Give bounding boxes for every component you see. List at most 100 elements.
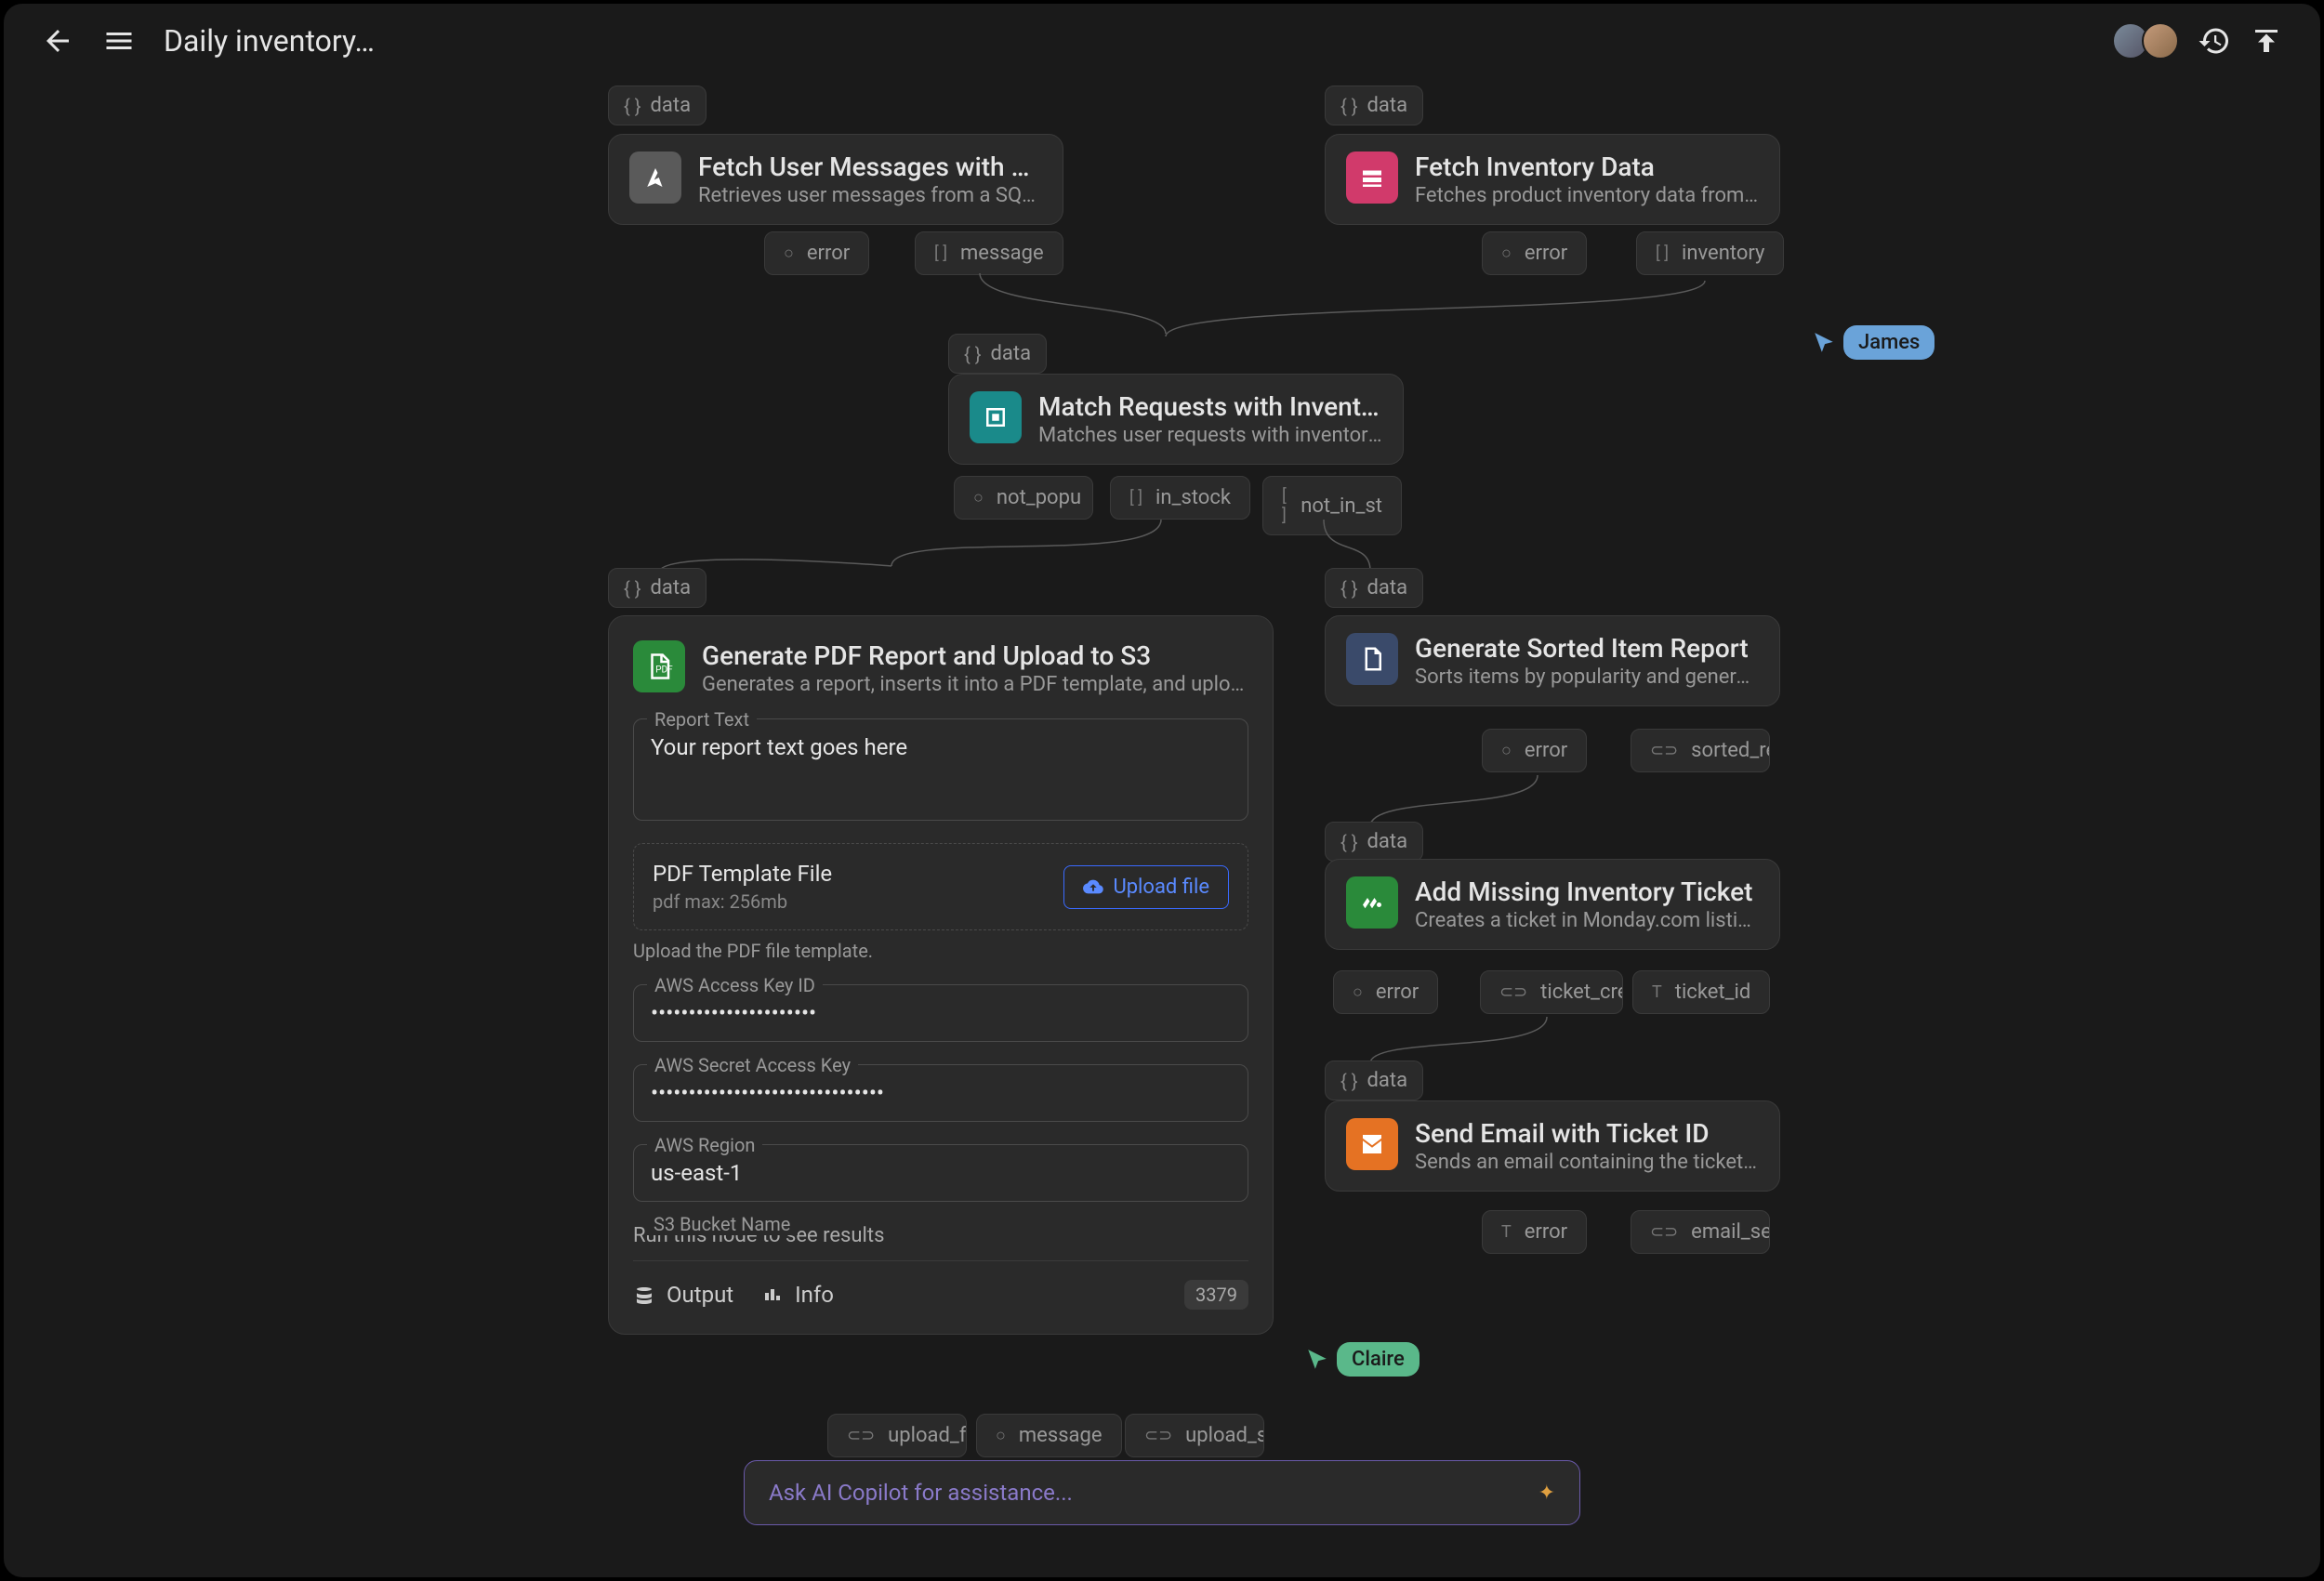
firebase-icon bbox=[629, 152, 681, 204]
output-port-error[interactable]: ○error bbox=[1333, 970, 1438, 1014]
pill-icon: ⊂⊃ bbox=[1499, 982, 1527, 1002]
node-send-email[interactable]: Send Email with Ticket ID Sends an email… bbox=[1325, 1100, 1780, 1192]
info-tab[interactable]: Info bbox=[761, 1282, 834, 1308]
node-subtitle: Fetches product inventory data from… bbox=[1415, 184, 1759, 207]
port-label: data bbox=[651, 94, 692, 117]
aws-access-key-field[interactable]: AWS Access Key ID •••••••••••••••••••••• bbox=[633, 984, 1248, 1042]
node-match-requests[interactable]: Match Requests with Inventory Matches us… bbox=[948, 374, 1404, 465]
match-icon bbox=[970, 391, 1022, 443]
output-port-not-popular[interactable]: ○not_popu bbox=[954, 476, 1093, 520]
collaborator-avatars[interactable] bbox=[2112, 22, 2179, 59]
field-label: AWS Secret Access Key bbox=[647, 1054, 858, 1076]
aws-secret-key-field[interactable]: AWS Secret Access Key ••••••••••••••••••… bbox=[633, 1064, 1248, 1122]
pill-icon: ⊂⊃ bbox=[1650, 741, 1678, 760]
brackets-icon: [ ] bbox=[1282, 486, 1287, 525]
upload-subtitle: pdf max: 256mb bbox=[653, 890, 832, 913]
report-text-input[interactable]: Your report text goes here bbox=[651, 734, 1231, 760]
avatar[interactable] bbox=[2142, 22, 2179, 59]
collaborator-cursor-claire: Claire bbox=[1305, 1342, 1419, 1377]
upload-help-text: Upload the PDF file template. bbox=[633, 940, 1248, 962]
port-label: data bbox=[651, 576, 692, 599]
output-port-error[interactable]: Terror bbox=[1482, 1210, 1587, 1254]
output-port-error[interactable]: ○error bbox=[764, 231, 869, 275]
upload-file-button[interactable]: Upload file bbox=[1063, 865, 1229, 909]
aws-access-key-input[interactable]: •••••••••••••••••••••• bbox=[651, 1000, 1231, 1026]
aws-region-field[interactable]: AWS Region us-east-1 bbox=[633, 1144, 1248, 1202]
sparkle-icon: ✦ bbox=[1538, 1482, 1555, 1505]
input-port-data[interactable]: { } data bbox=[948, 334, 1047, 374]
output-port-email-sent[interactable]: ⊂⊃email_se bbox=[1631, 1210, 1770, 1254]
node-title: Generate PDF Report and Upload to S3 bbox=[702, 640, 1248, 671]
field-label: S3 Bucket Name bbox=[646, 1213, 798, 1235]
collaborator-cursor-james: James bbox=[1812, 325, 1934, 360]
pill-icon: ⊂⊃ bbox=[1144, 1426, 1172, 1445]
output-port-error[interactable]: ○error bbox=[1482, 729, 1587, 772]
history-button[interactable] bbox=[2198, 24, 2231, 58]
token-count: 3379 bbox=[1184, 1280, 1248, 1310]
circle-icon: ○ bbox=[1501, 244, 1512, 263]
braces-icon: { } bbox=[624, 95, 641, 117]
node-generate-sorted-report[interactable]: Generate Sorted Item Report Sorts items … bbox=[1325, 615, 1780, 706]
circle-icon: ○ bbox=[1353, 982, 1363, 1002]
back-button[interactable] bbox=[41, 24, 74, 58]
node-subtitle: Generates a report, inserts it into a PD… bbox=[702, 673, 1248, 696]
monday-icon bbox=[1346, 876, 1398, 929]
output-port-inventory[interactable]: [ ]inventory bbox=[1636, 231, 1784, 275]
output-port-ticket-id[interactable]: Tticket_id bbox=[1632, 970, 1770, 1014]
aws-secret-key-input[interactable]: ••••••••••••••••••••••••••••••• bbox=[651, 1080, 1231, 1106]
brackets-icon: [ ] bbox=[1656, 244, 1669, 263]
output-port-in-stock[interactable]: [ ]in_stock bbox=[1110, 476, 1250, 520]
input-port-data[interactable]: { } data bbox=[1325, 568, 1423, 608]
circle-icon: ○ bbox=[996, 1426, 1006, 1445]
node-subtitle: Matches user requests with inventory a… bbox=[1038, 424, 1382, 447]
upload-button[interactable] bbox=[2250, 24, 2283, 58]
output-port-not-in-stock[interactable]: [ ]not_in_st bbox=[1262, 476, 1402, 535]
output-port-upload-success[interactable]: ⊂⊃upload_s bbox=[1125, 1414, 1264, 1457]
output-port-message[interactable]: ○message bbox=[976, 1414, 1122, 1457]
output-tab[interactable]: Output bbox=[633, 1282, 733, 1308]
input-port-data[interactable]: { } data bbox=[1325, 86, 1423, 125]
input-port-data[interactable]: { } data bbox=[1325, 822, 1423, 862]
node-title: Fetch Inventory Data bbox=[1415, 152, 1759, 182]
port-label: data bbox=[991, 342, 1032, 365]
database-icon bbox=[1346, 152, 1398, 204]
field-label: Report Text bbox=[647, 708, 757, 731]
report-text-field[interactable]: Report Text Your report text goes here bbox=[633, 718, 1248, 821]
braces-icon: { } bbox=[1340, 95, 1358, 117]
braces-icon: { } bbox=[1340, 577, 1358, 599]
node-title: Match Requests with Inventory bbox=[1038, 391, 1382, 422]
input-port-data[interactable]: { } data bbox=[1325, 1061, 1423, 1100]
mail-icon bbox=[1346, 1118, 1398, 1170]
output-port-sorted-report[interactable]: ⊂⊃sorted_re bbox=[1631, 729, 1770, 772]
output-port-error[interactable]: ○error bbox=[1482, 231, 1587, 275]
output-port-upload-failed[interactable]: ⊂⊃upload_fa bbox=[827, 1414, 967, 1457]
circle-icon: ○ bbox=[1501, 741, 1512, 760]
circle-icon: ○ bbox=[784, 244, 794, 263]
node-subtitle: Sends an email containing the ticket ID. bbox=[1415, 1151, 1759, 1174]
aws-region-input[interactable]: us-east-1 bbox=[651, 1160, 1231, 1186]
node-fetch-inventory[interactable]: Fetch Inventory Data Fetches product inv… bbox=[1325, 134, 1780, 225]
port-label: data bbox=[1367, 830, 1408, 853]
pill-icon: ⊂⊃ bbox=[847, 1426, 875, 1445]
port-label: data bbox=[1367, 576, 1408, 599]
field-label: AWS Access Key ID bbox=[647, 974, 823, 996]
ai-copilot-input[interactable]: Ask AI Copilot for assistance... ✦ bbox=[744, 1460, 1580, 1525]
braces-icon: { } bbox=[624, 577, 641, 599]
node-subtitle: Creates a ticket in Monday.com listing… bbox=[1415, 909, 1759, 932]
output-port-message[interactable]: [ ]message bbox=[915, 231, 1063, 275]
node-title: Fetch User Messages with Cre bbox=[698, 152, 1042, 182]
output-port-ticket-created[interactable]: ⊂⊃ticket_cre bbox=[1480, 970, 1623, 1014]
node-fetch-user-messages[interactable]: Fetch User Messages with Cre Retrieves u… bbox=[608, 134, 1063, 225]
braces-icon: { } bbox=[1340, 1070, 1358, 1092]
input-port-data[interactable]: { } data bbox=[608, 86, 706, 125]
node-add-missing-ticket[interactable]: Add Missing Inventory Ticket Creates a t… bbox=[1325, 859, 1780, 950]
node-title: Generate Sorted Item Report bbox=[1415, 633, 1759, 664]
circle-icon: ○ bbox=[973, 488, 984, 507]
node-generate-pdf-report[interactable]: PDF Generate PDF Report and Upload to S3… bbox=[608, 615, 1274, 1335]
brackets-icon: [ ] bbox=[934, 244, 947, 263]
node-subtitle: Retrieves user messages from a SQL… bbox=[698, 184, 1042, 207]
input-port-data[interactable]: { } data bbox=[608, 568, 706, 608]
page-title: Daily inventory… bbox=[164, 23, 375, 59]
menu-button[interactable] bbox=[102, 24, 136, 58]
text-icon: T bbox=[1501, 1222, 1512, 1242]
